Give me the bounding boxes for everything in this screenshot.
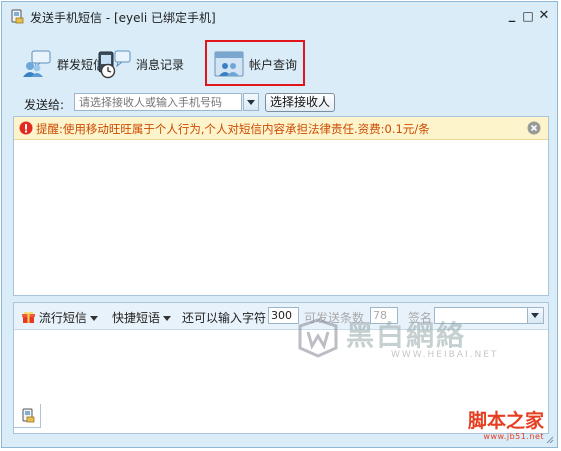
group-sms-button[interactable]: 群发短信	[22, 48, 105, 80]
send-count-label: 可发送条数	[304, 311, 365, 325]
brand-logo: 脚本之家 www.jb51.net	[468, 406, 554, 446]
remaining-chars-field: 300	[268, 307, 299, 324]
compose-toolbar: 流行短信 快捷短语 还可以输入字符 300 可发送条数 78 签名	[14, 303, 548, 330]
chevron-down-icon	[163, 316, 172, 321]
gift-icon	[22, 311, 35, 323]
message-history-label: 消息记录	[136, 57, 185, 72]
sms-app-icon	[22, 408, 35, 423]
signature-select[interactable]	[434, 307, 544, 324]
account-query-highlight	[205, 40, 305, 86]
recipient-dropdown-button[interactable]	[243, 93, 259, 111]
chevron-down-icon	[89, 316, 98, 321]
window-title: 发送手机短信 - [eyeli 已绑定手机]	[30, 11, 216, 25]
title-bar[interactable]: 发送手机短信 - [eyeli 已绑定手机] _ □ ✕	[2, 2, 557, 32]
signature-dropdown-button[interactable]	[527, 308, 543, 323]
send-row: 发送给: 选择接收人	[2, 92, 557, 114]
close-button[interactable]: ✕	[537, 8, 551, 24]
message-history-panel[interactable]: 提醒:使用移动旺旺属于个人行为,个人对短信内容承担法律责任.资费:0.1元/条	[13, 116, 549, 296]
quick-phrase-label: 快捷短语	[112, 311, 161, 325]
minimize-button[interactable]: _	[505, 8, 519, 24]
group-sms-icon	[23, 50, 51, 77]
brand-url: www.jb51.net	[483, 432, 544, 441]
send-count-field: 78	[370, 307, 398, 324]
recipient-input[interactable]	[74, 93, 242, 111]
signature-label: 签名	[408, 311, 433, 325]
maximize-button[interactable]: □	[521, 8, 535, 24]
sms-app-icon	[11, 9, 24, 24]
pick-recipient-button[interactable]: 选择接收人	[265, 93, 335, 112]
send-to-label: 发送给:	[24, 98, 65, 112]
warning-icon	[19, 121, 33, 135]
sms-window: 发送手机短信 - [eyeli 已绑定手机] _ □ ✕ 群发短信 消息记录 帐…	[1, 1, 558, 448]
brand-name: 脚本之家	[467, 410, 544, 432]
remaining-chars-label: 还可以输入字符	[182, 311, 267, 325]
quick-phrase-menu[interactable]: 快捷短语	[112, 309, 172, 326]
popular-sms-menu[interactable]: 流行短信	[22, 309, 98, 326]
bottom-tab[interactable]	[13, 404, 41, 428]
message-history-button[interactable]: 消息记录	[97, 48, 184, 80]
warning-text: 提醒:使用移动旺旺属于个人行为,个人对短信内容承担法律责任.资费:0.1元/条	[36, 122, 430, 136]
warning-banner: 提醒:使用移动旺旺属于个人行为,个人对短信内容承担法律责任.资费:0.1元/条	[14, 117, 548, 140]
message-history-icon	[98, 50, 131, 79]
close-warning-icon[interactable]	[527, 121, 541, 135]
popular-sms-label: 流行短信	[38, 311, 87, 325]
